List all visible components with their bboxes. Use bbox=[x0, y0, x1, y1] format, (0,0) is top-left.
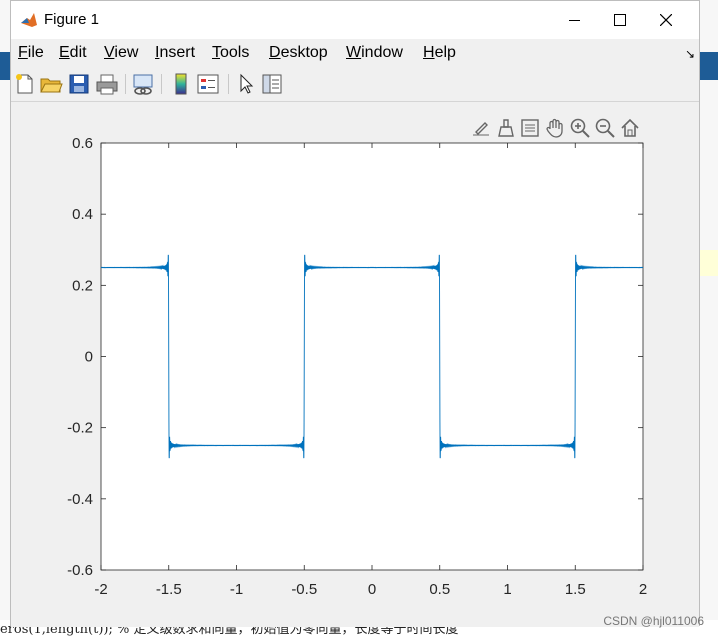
x-tick-label: 1.5 bbox=[565, 581, 586, 598]
menu-view[interactable]: View bbox=[104, 44, 138, 62]
legend-icon[interactable] bbox=[196, 72, 220, 96]
menu-desktop[interactable]: Desktop bbox=[269, 44, 328, 62]
background-right-strip bbox=[700, 0, 718, 636]
menu-insert[interactable]: Insert bbox=[155, 44, 195, 62]
menu-bar: File Edit View Insert Tools Desktop Wind… bbox=[11, 39, 699, 67]
minimize-icon bbox=[568, 19, 580, 21]
x-tick-label: 0.5 bbox=[429, 581, 450, 598]
minimize-button[interactable] bbox=[551, 1, 597, 39]
open-file-icon[interactable] bbox=[39, 72, 63, 96]
pointer-icon[interactable] bbox=[234, 72, 258, 96]
y-tick-label: 0 bbox=[85, 349, 93, 366]
print-icon[interactable] bbox=[95, 72, 119, 96]
x-tick-label: -2 bbox=[94, 581, 107, 598]
title-bar[interactable]: Figure 1 bbox=[11, 1, 699, 39]
line-chart[interactable]: -2 -1.5 -1 -0.5 0 0.5 1 1.5 2 -0.6 -0.4 -0.2 0 0.2 0.4… bbox=[11, 102, 699, 627]
menu-help[interactable]: Help bbox=[423, 44, 456, 62]
matlab-logo-icon bbox=[20, 11, 38, 29]
x-tick-label: -1 bbox=[230, 581, 243, 598]
figure-toolbar bbox=[11, 67, 699, 102]
property-inspector-icon[interactable] bbox=[260, 72, 284, 96]
window-title: Figure 1 bbox=[44, 11, 100, 28]
link-plot-icon[interactable] bbox=[131, 72, 155, 96]
x-tick-label: -0.5 bbox=[291, 581, 317, 598]
close-icon bbox=[660, 14, 672, 26]
y-tick-label: 0.6 bbox=[72, 135, 93, 152]
close-button[interactable] bbox=[643, 1, 689, 39]
maximize-button[interactable] bbox=[597, 1, 643, 39]
toolbar-separator bbox=[125, 74, 126, 94]
y-tick-label: 0.2 bbox=[72, 277, 93, 294]
plot-area: -2 -1.5 -1 -0.5 0 0.5 1 1.5 2 -0.6 -0.4 -0.2 0 0.2 0.4… bbox=[11, 102, 699, 627]
y-tick-label: 0.4 bbox=[72, 206, 93, 223]
axes-background bbox=[100, 142, 644, 571]
maximize-icon bbox=[614, 14, 626, 26]
colorbar-icon[interactable] bbox=[169, 72, 193, 96]
save-icon[interactable] bbox=[67, 72, 91, 96]
figure-window: Figure 1 File Edit View Insert Tools Des… bbox=[10, 0, 700, 627]
menu-file[interactable]: File bbox=[18, 44, 44, 62]
x-tick-label: -1.5 bbox=[156, 581, 182, 598]
y-tick-label: -0.6 bbox=[67, 562, 93, 579]
toolbar-separator bbox=[161, 74, 162, 94]
watermark: CSDN @hjl011006 bbox=[603, 614, 704, 628]
toolbar-separator bbox=[228, 74, 229, 94]
x-tick-label: 1 bbox=[503, 581, 511, 598]
menu-tools[interactable]: Tools bbox=[212, 44, 249, 62]
menu-edit[interactable]: Edit bbox=[59, 44, 87, 62]
x-tick-label: 0 bbox=[368, 581, 376, 598]
y-tick-label: -0.2 bbox=[67, 420, 93, 437]
dock-arrow-icon[interactable]: ↘ bbox=[685, 47, 695, 61]
background-left-strip bbox=[0, 0, 10, 636]
menu-window[interactable]: Window bbox=[346, 44, 403, 62]
y-tick-label: -0.4 bbox=[67, 491, 93, 508]
x-tick-label: 2 bbox=[639, 581, 647, 598]
new-figure-icon[interactable] bbox=[13, 72, 37, 96]
